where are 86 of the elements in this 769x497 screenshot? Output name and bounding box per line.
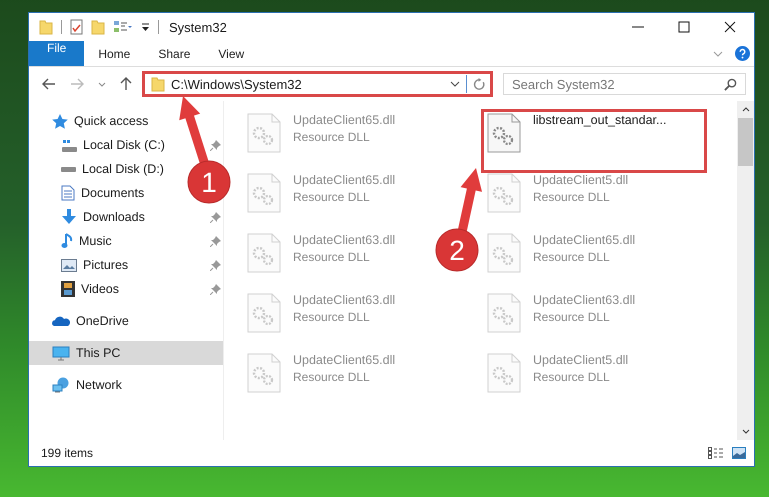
file-name: UpdateClient65.dll (293, 113, 396, 127)
sidebar-item[interactable]: Network (29, 373, 124, 397)
file-type: Resource DLL (533, 190, 611, 204)
view-options-icon[interactable] (113, 19, 133, 35)
step-number-badge: 1 (188, 160, 230, 204)
gear-file-icon (247, 233, 281, 273)
pin-icon[interactable] (210, 284, 221, 295)
scrollbar-thumb[interactable] (738, 118, 753, 166)
file-menu-button[interactable]: File (29, 41, 84, 66)
pointer-arrow (458, 168, 482, 233)
file-item[interactable]: libstream_out_standar... (481, 109, 707, 173)
download-arrow-icon (61, 209, 77, 225)
search-field[interactable]: Search System32 (503, 73, 746, 95)
file-type: Resource DLL (293, 190, 371, 204)
sidebar-item[interactable]: Local Disk (C:) (29, 133, 167, 157)
sidebar-item[interactable]: Videos (29, 277, 121, 301)
file-name: UpdateClient5.dll (533, 353, 628, 367)
sidebar-item[interactable]: Local Disk (D:) (29, 157, 166, 181)
maximize-icon[interactable] (678, 21, 690, 33)
window-title: System32 (169, 20, 227, 34)
scroll-down-icon[interactable] (742, 429, 750, 434)
vertical-scrollbar[interactable] (737, 101, 754, 440)
back-arrow-icon[interactable] (42, 78, 56, 90)
gear-file-icon (247, 173, 281, 213)
dropdown-caret-icon[interactable] (450, 81, 460, 87)
picture-icon (61, 258, 77, 272)
file-name: UpdateClient63.dll (293, 233, 396, 247)
large-icons-view-icon[interactable] (732, 447, 746, 459)
file-type: Resource DLL (293, 310, 371, 324)
file-name: UpdateClient65.dll (293, 353, 396, 367)
star-icon (52, 114, 68, 128)
file-type: Resource DLL (293, 130, 371, 144)
close-icon[interactable] (724, 21, 736, 33)
file-type: Resource DLL (533, 370, 611, 384)
help-icon[interactable] (735, 46, 750, 61)
file-name: UpdateClient65.dll (533, 233, 636, 247)
pin-icon[interactable] (210, 140, 221, 151)
document-icon (61, 185, 75, 201)
file-name: UpdateClient63.dll (533, 293, 636, 307)
refresh-icon[interactable] (473, 78, 486, 90)
pin-icon[interactable] (210, 260, 221, 271)
gear-file-icon (247, 293, 281, 333)
pin-icon[interactable] (210, 236, 221, 247)
item-count: 199 items (41, 446, 94, 460)
sidebar-item[interactable]: This PC (29, 341, 223, 365)
properties-icon[interactable] (70, 19, 83, 35)
file-type: Resource DLL (293, 370, 371, 384)
file-type: Resource DLL (533, 310, 611, 324)
file-name: libstream_out_standar... (533, 113, 666, 127)
monitor-icon (52, 346, 70, 360)
recent-locations-icon[interactable] (98, 82, 106, 86)
expand-ribbon-icon[interactable] (713, 50, 723, 56)
customize-toolbar-icon[interactable] (141, 22, 150, 32)
scroll-up-icon[interactable] (742, 107, 750, 112)
gear-file-icon (487, 353, 521, 393)
film-strip-icon (61, 281, 75, 297)
sidebar-item[interactable]: Music (29, 229, 114, 253)
file-name: UpdateClient63.dll (293, 293, 396, 307)
gear-file-icon (487, 173, 521, 213)
minimize-icon[interactable] (632, 26, 644, 28)
up-arrow-icon[interactable] (120, 77, 132, 91)
folder-icon (151, 76, 165, 92)
sidebar-item[interactable]: Quick access (29, 109, 150, 133)
gear-file-icon (487, 113, 521, 153)
gear-file-icon (247, 353, 281, 393)
sidebar-item[interactable]: Documents (29, 181, 146, 205)
details-view-icon[interactable] (708, 447, 724, 459)
file-name: UpdateClient5.dll (533, 173, 628, 187)
search-icon[interactable] (724, 78, 737, 91)
file-type: Resource DLL (293, 250, 371, 264)
file-type: Resource DLL (533, 250, 611, 264)
gear-file-icon (247, 113, 281, 153)
drive-icon (61, 166, 76, 172)
gear-file-icon (487, 293, 521, 333)
music-note-icon (61, 233, 73, 249)
file-name: UpdateClient65.dll (293, 173, 396, 187)
address-bar[interactable]: C:\Windows\System32 (142, 71, 493, 97)
step-number-badge: 2 (436, 228, 478, 272)
system-drive-icon (61, 138, 77, 152)
pin-icon[interactable] (210, 212, 221, 223)
sidebar-item[interactable]: Pictures (29, 253, 130, 277)
cloud-icon (52, 316, 70, 326)
sidebar-item[interactable]: OneDrive (29, 309, 131, 333)
gear-file-icon (487, 233, 521, 273)
sidebar-item[interactable]: Downloads (29, 205, 147, 229)
network-globe-icon (52, 377, 70, 393)
